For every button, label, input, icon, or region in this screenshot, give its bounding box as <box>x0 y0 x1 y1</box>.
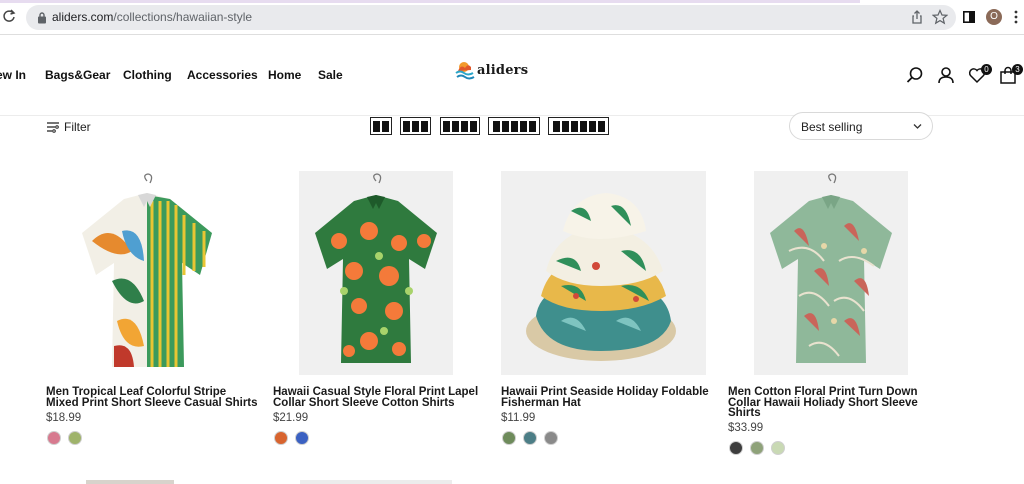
url-domain: aliders.com <box>52 10 114 24</box>
shirt-image <box>315 173 437 363</box>
color-swatch[interactable] <box>502 431 516 445</box>
product-image[interactable] <box>501 171 706 375</box>
nav-new-in[interactable]: ew In <box>0 68 26 82</box>
logo-text: aliders <box>477 62 529 78</box>
color-swatch[interactable] <box>750 441 764 455</box>
reload-icon[interactable] <box>2 9 16 23</box>
hat-image <box>526 193 676 361</box>
filter-icon <box>47 122 59 133</box>
nav-home[interactable]: Home <box>268 68 301 82</box>
search-icon[interactable] <box>906 66 924 84</box>
logo-mark-icon <box>455 62 475 80</box>
color-swatch[interactable] <box>274 431 288 445</box>
side-panel-icon[interactable] <box>963 11 975 23</box>
color-swatch[interactable] <box>295 431 309 445</box>
product-price: $11.99 <box>501 412 536 424</box>
filter-button[interactable]: Filter <box>46 120 91 134</box>
product-image[interactable] <box>754 171 908 375</box>
nav-bags-gear[interactable]: Bags&Gear <box>45 68 110 82</box>
nav-accessories[interactable]: Accessories <box>187 68 258 82</box>
filter-label: Filter <box>64 120 91 134</box>
product-image[interactable] <box>72 171 222 375</box>
next-row-product-image <box>300 480 452 484</box>
color-swatch[interactable] <box>523 431 537 445</box>
grid-6-columns-button[interactable] <box>548 117 609 135</box>
product-price: $21.99 <box>273 412 309 424</box>
product-price: $18.99 <box>46 412 82 424</box>
color-swatch[interactable] <box>729 441 743 455</box>
chevron-down-icon <box>913 124 922 129</box>
nav-sale[interactable]: Sale <box>318 68 343 82</box>
color-swatch[interactable] <box>47 431 61 445</box>
bookmark-star-icon[interactable] <box>932 9 948 25</box>
shirt-image <box>82 173 212 367</box>
site-logo[interactable]: aliders <box>455 59 528 81</box>
tab-strip-edge <box>0 0 860 3</box>
grid-3-columns-button[interactable] <box>400 117 431 135</box>
sort-value: Best selling <box>801 120 863 134</box>
product-price: $33.99 <box>728 422 764 434</box>
address-bar[interactable]: aliders.com/collections/hawaiian-style <box>26 5 956 30</box>
grid-5-columns-button[interactable] <box>488 117 540 135</box>
grid-4-columns-button[interactable] <box>440 117 480 135</box>
browser-menu-icon[interactable] <box>1014 10 1018 24</box>
product-title[interactable]: Men Cotton Floral Print Turn Down Collar … <box>728 387 958 419</box>
browser-toolbar: aliders.com/collections/hawaiian-style O <box>0 0 1024 35</box>
product-title[interactable]: Hawaii Print Seaside Holiday Foldable Fis… <box>501 387 731 408</box>
sort-select[interactable]: Best selling <box>789 112 933 140</box>
next-row-product-image <box>86 480 174 484</box>
product-image[interactable] <box>299 171 453 375</box>
url-path: /collections/hawaiian-style <box>113 10 253 24</box>
product-title[interactable]: Men Tropical Leaf Colorful Stripe Mixed P… <box>46 387 276 408</box>
site-header: ew In Bags&Gear Clothing Accessories Hom… <box>0 35 1024 116</box>
grid-2-columns-button[interactable] <box>370 117 392 135</box>
shirt-image <box>770 173 892 363</box>
wishlist-count-badge: 0 <box>981 64 992 75</box>
nav-clothing[interactable]: Clothing <box>123 68 172 82</box>
color-swatch[interactable] <box>771 441 785 455</box>
url-text[interactable]: aliders.com/collections/hawaiian-style <box>52 10 252 24</box>
product-title[interactable]: Hawaii Casual Style Floral Print Lapel Co… <box>273 387 503 408</box>
account-icon[interactable] <box>937 66 955 84</box>
profile-avatar[interactable]: O <box>986 9 1002 25</box>
site-info-icon[interactable] <box>36 11 48 24</box>
color-swatch[interactable] <box>544 431 558 445</box>
share-icon[interactable] <box>910 10 924 24</box>
color-swatch[interactable] <box>68 431 82 445</box>
cart-count-badge: 3 <box>1012 64 1023 75</box>
